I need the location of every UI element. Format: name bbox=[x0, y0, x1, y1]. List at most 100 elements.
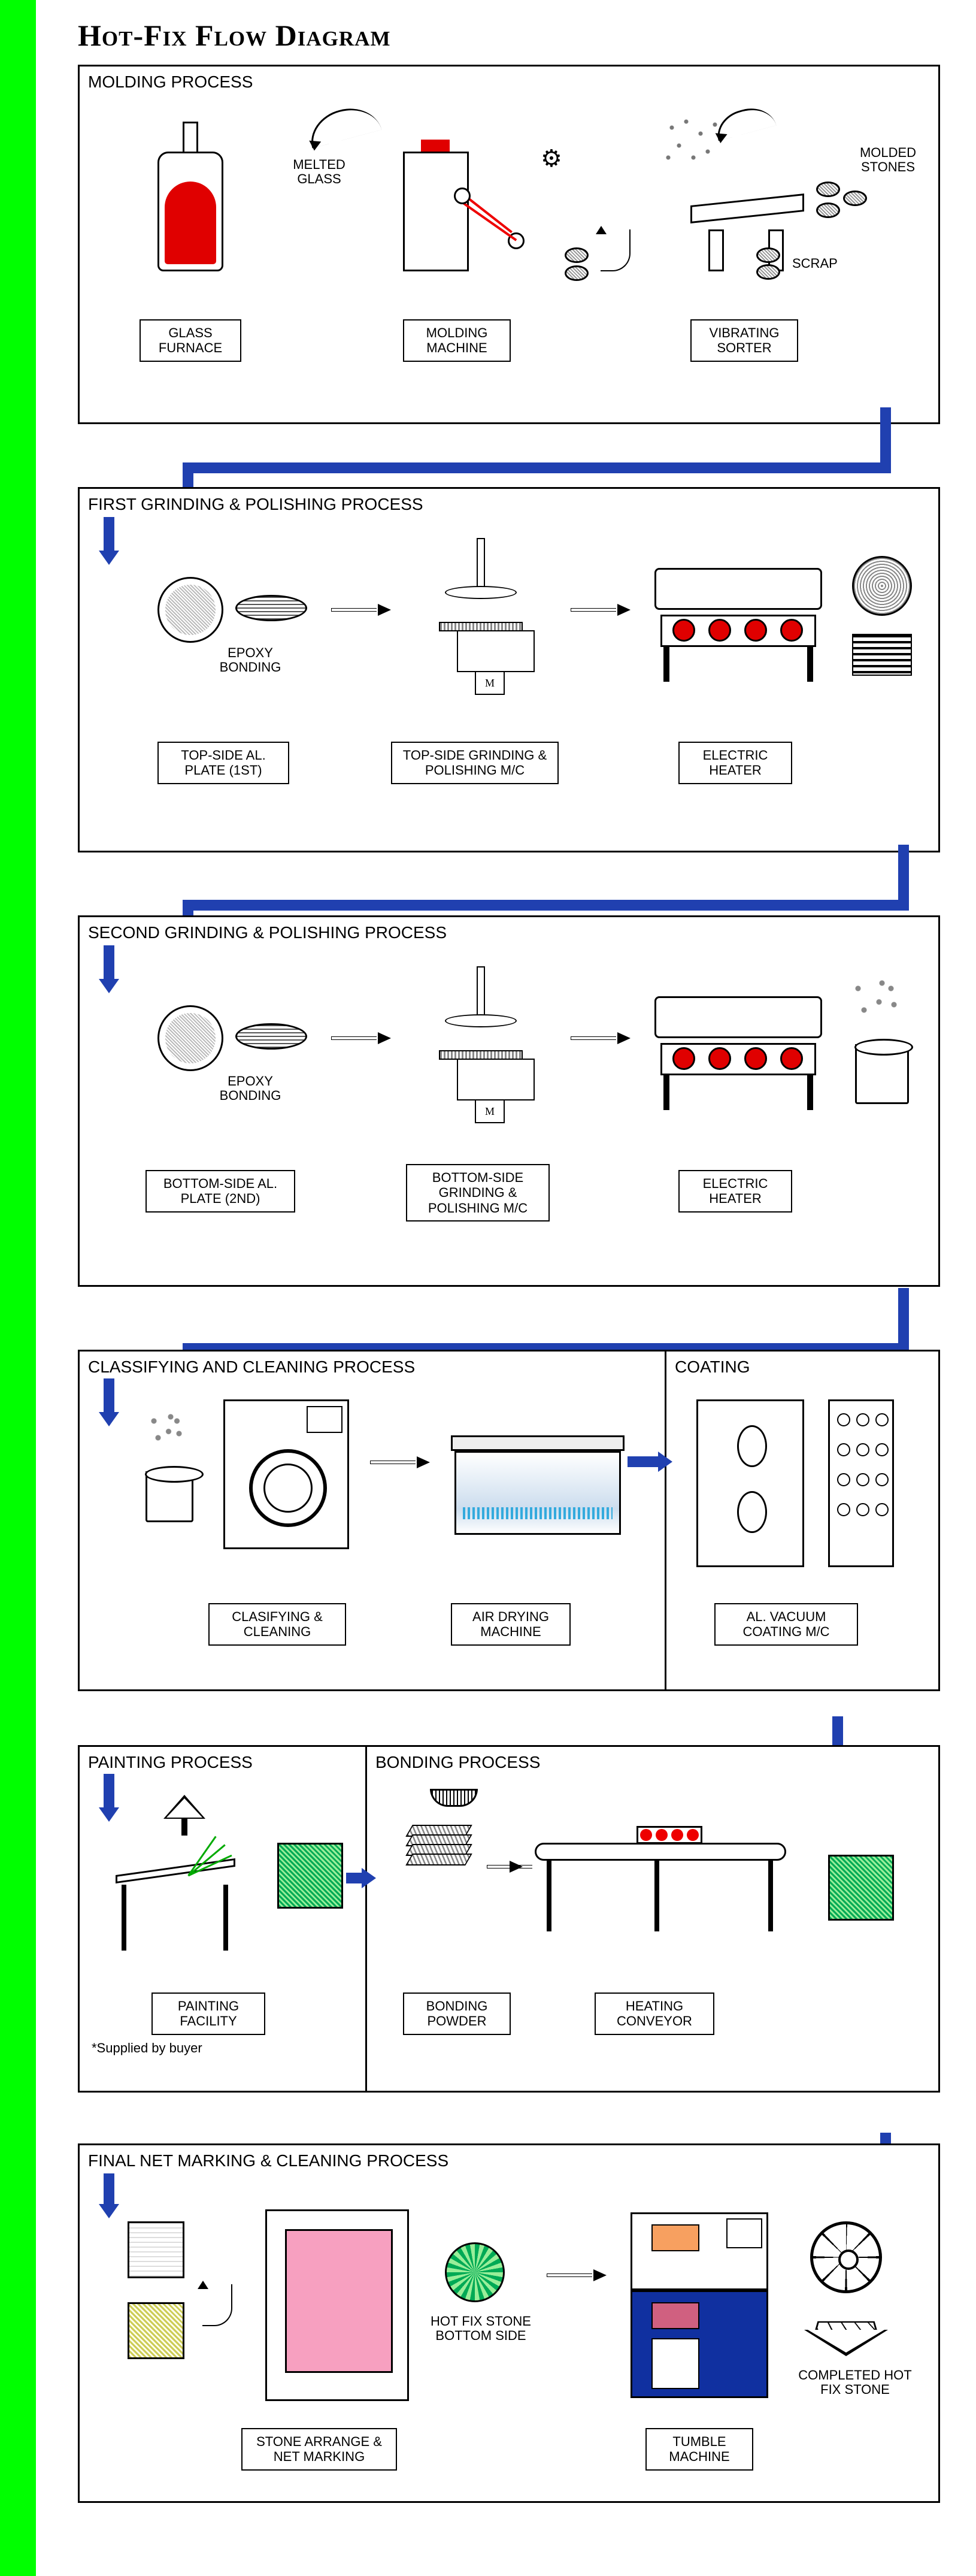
label-box: ELECTRIC HEATER bbox=[678, 1170, 792, 1213]
flow-connector bbox=[183, 900, 909, 911]
up-arrow-icon bbox=[601, 229, 631, 271]
step-arrow-icon bbox=[547, 2269, 607, 2281]
epoxy-label: EPOXY BONDING bbox=[208, 646, 292, 675]
loose-stones-icon bbox=[846, 972, 906, 1026]
stone-icon bbox=[816, 182, 840, 197]
step-arrow-icon bbox=[331, 604, 391, 616]
blue-arrow-right-icon bbox=[628, 1456, 660, 1467]
blue-arrow-down-icon bbox=[104, 2173, 114, 2206]
stage-first-grind: FIRST GRINDING & POLISHING PROCESS EPOXY… bbox=[78, 487, 940, 852]
label-box: BONDING POWDER bbox=[403, 1993, 511, 2035]
net-marking-icon bbox=[265, 2209, 409, 2401]
motor-label: M bbox=[475, 1099, 505, 1123]
stone-icon bbox=[565, 247, 589, 263]
scrap-label: SCRAP bbox=[792, 256, 838, 271]
flow-connector bbox=[183, 462, 891, 473]
stage-second-grind: SECOND GRINDING & POLISHING PROCESS EPOX… bbox=[78, 915, 940, 1287]
blue-arrow-down-icon bbox=[104, 1774, 114, 1810]
label-box: AIR DRYING MACHINE bbox=[451, 1603, 571, 1646]
completed-label: COMPLETED HOT FIX STONE bbox=[795, 2368, 915, 2397]
electric-heater-icon bbox=[654, 568, 822, 682]
label-box: TUMBLE MACHINE bbox=[645, 2428, 753, 2471]
stage-title: FIRST GRINDING & POLISHING PROCESS bbox=[80, 489, 938, 520]
control-panel-icon bbox=[828, 1399, 894, 1567]
heating-conveyor-icon bbox=[535, 1843, 786, 1933]
mesh-sheet-icon bbox=[128, 2221, 184, 2278]
stone-icon bbox=[756, 247, 780, 263]
stone-icon bbox=[843, 191, 867, 206]
glass-furnace-icon bbox=[157, 122, 223, 277]
stage-title: SECOND GRINDING & POLISHING PROCESS bbox=[80, 917, 938, 948]
bonded-plate-icon bbox=[235, 595, 307, 621]
stone-sheet-icon bbox=[128, 2302, 184, 2359]
motor-label: M bbox=[475, 671, 505, 695]
stone-disc-icon bbox=[852, 556, 912, 616]
label-box: CLASIFYING & CLEANING bbox=[208, 1603, 346, 1646]
label-box: VIBRATING SORTER bbox=[690, 319, 798, 362]
container-icon bbox=[146, 1471, 193, 1522]
aluminum-plate-icon bbox=[157, 577, 223, 643]
footnote: *Supplied by buyer bbox=[92, 2040, 202, 2056]
diagram-content: Hot-Fix Flow Diagram MOLDING PROCESS MEL… bbox=[78, 18, 940, 2518]
left-green-bar bbox=[0, 0, 36, 2576]
stone-icon bbox=[565, 265, 589, 281]
label-box: BOTTOM-SIDE AL. PLATE (2ND) bbox=[146, 1170, 295, 1213]
label-box: TOP-SIDE AL. PLATE (1ST) bbox=[157, 742, 289, 784]
label-box: GLASS FURNACE bbox=[140, 319, 241, 362]
flow-arc-icon bbox=[305, 101, 382, 148]
step-arrow-icon bbox=[571, 1032, 631, 1044]
stone-bottom-icon bbox=[445, 2242, 505, 2302]
stage-title: CLASSIFYING AND CLEANING PROCESS bbox=[80, 1352, 665, 1383]
flow-arc-icon bbox=[713, 102, 777, 141]
stone-icon bbox=[816, 202, 840, 218]
paint-booth-icon bbox=[116, 1795, 253, 1951]
loose-stones-icon bbox=[146, 1408, 187, 1450]
label-box: AL. VACUUM COATING M/C bbox=[714, 1603, 858, 1646]
label-box: MOLDING MACHINE bbox=[403, 319, 511, 362]
label-box: STONE ARRANGE & NET MARKING bbox=[241, 2428, 397, 2471]
completed-stone-icon bbox=[804, 2320, 888, 2356]
molding-machine-icon bbox=[403, 116, 523, 271]
stage-title: FINAL NET MARKING & CLEANING PROCESS bbox=[80, 2145, 938, 2176]
epoxy-label: EPOXY BONDING bbox=[208, 1074, 292, 1103]
step-arrow-icon bbox=[331, 1032, 391, 1044]
propeller-icon: ⚙ bbox=[541, 146, 562, 172]
blue-arrow-down-icon bbox=[104, 945, 114, 981]
label-box: BOTTOM-SIDE GRINDING & POLISHING M/C bbox=[406, 1164, 550, 1222]
stage-title: BONDING PROCESS bbox=[367, 1747, 938, 1778]
air-dryer-icon bbox=[451, 1435, 625, 1549]
sheet-stack-icon bbox=[409, 1825, 469, 1879]
stage-molding: MOLDING PROCESS MELTED GLASS ⚙ bbox=[78, 65, 940, 424]
label-box: PAINTING FACILITY bbox=[151, 1993, 265, 2035]
painted-sheet-icon bbox=[277, 1843, 343, 1909]
plate-stack-icon bbox=[852, 634, 912, 676]
step-arrow-icon bbox=[370, 1456, 430, 1468]
label-box: HEATING CONVEYOR bbox=[595, 1993, 714, 2035]
facet-wheel-icon bbox=[810, 2221, 882, 2293]
vibrating-sorter-icon bbox=[672, 176, 810, 271]
page-title: Hot-Fix Flow Diagram bbox=[78, 18, 940, 53]
blue-arrow-right-icon bbox=[346, 1873, 364, 1883]
stage-final: FINAL NET MARKING & CLEANING PROCESS HOT… bbox=[78, 2143, 940, 2503]
label-box: TOP-SIDE GRINDING & POLISHING M/C bbox=[391, 742, 559, 784]
stage-title: MOLDING PROCESS bbox=[80, 66, 938, 98]
bonded-plate-icon bbox=[235, 1023, 307, 1050]
vacuum-coater-icon bbox=[696, 1399, 804, 1567]
container-icon bbox=[855, 1044, 909, 1104]
melted-glass-label: MELTED GLASS bbox=[283, 158, 355, 186]
aluminum-plate-icon bbox=[157, 1005, 223, 1071]
step-arrow-icon bbox=[571, 604, 631, 616]
washing-machine-icon bbox=[223, 1399, 349, 1549]
grinding-machine-icon: M bbox=[421, 538, 541, 682]
stage-classify-coat: CLASSIFYING AND CLEANING PROCESS CLASIFY… bbox=[78, 1350, 940, 1691]
stone-bottom-label: HOT FIX STONE BOTTOM SIDE bbox=[427, 2314, 535, 2343]
stage-title: PAINTING PROCESS bbox=[80, 1747, 365, 1778]
sieve-icon bbox=[430, 1789, 478, 1807]
tumble-machine-icon bbox=[631, 2212, 768, 2398]
stage-paint-bond: PAINTING PROCESS PAINTING FACILITY *Supp… bbox=[78, 1745, 940, 2093]
blue-arrow-down-icon bbox=[104, 517, 114, 553]
step-arrow-icon bbox=[487, 1861, 523, 1873]
grinding-machine-icon: M bbox=[421, 966, 541, 1110]
stage-title: COATING bbox=[666, 1352, 938, 1383]
bonded-sheet-icon bbox=[828, 1855, 894, 1921]
